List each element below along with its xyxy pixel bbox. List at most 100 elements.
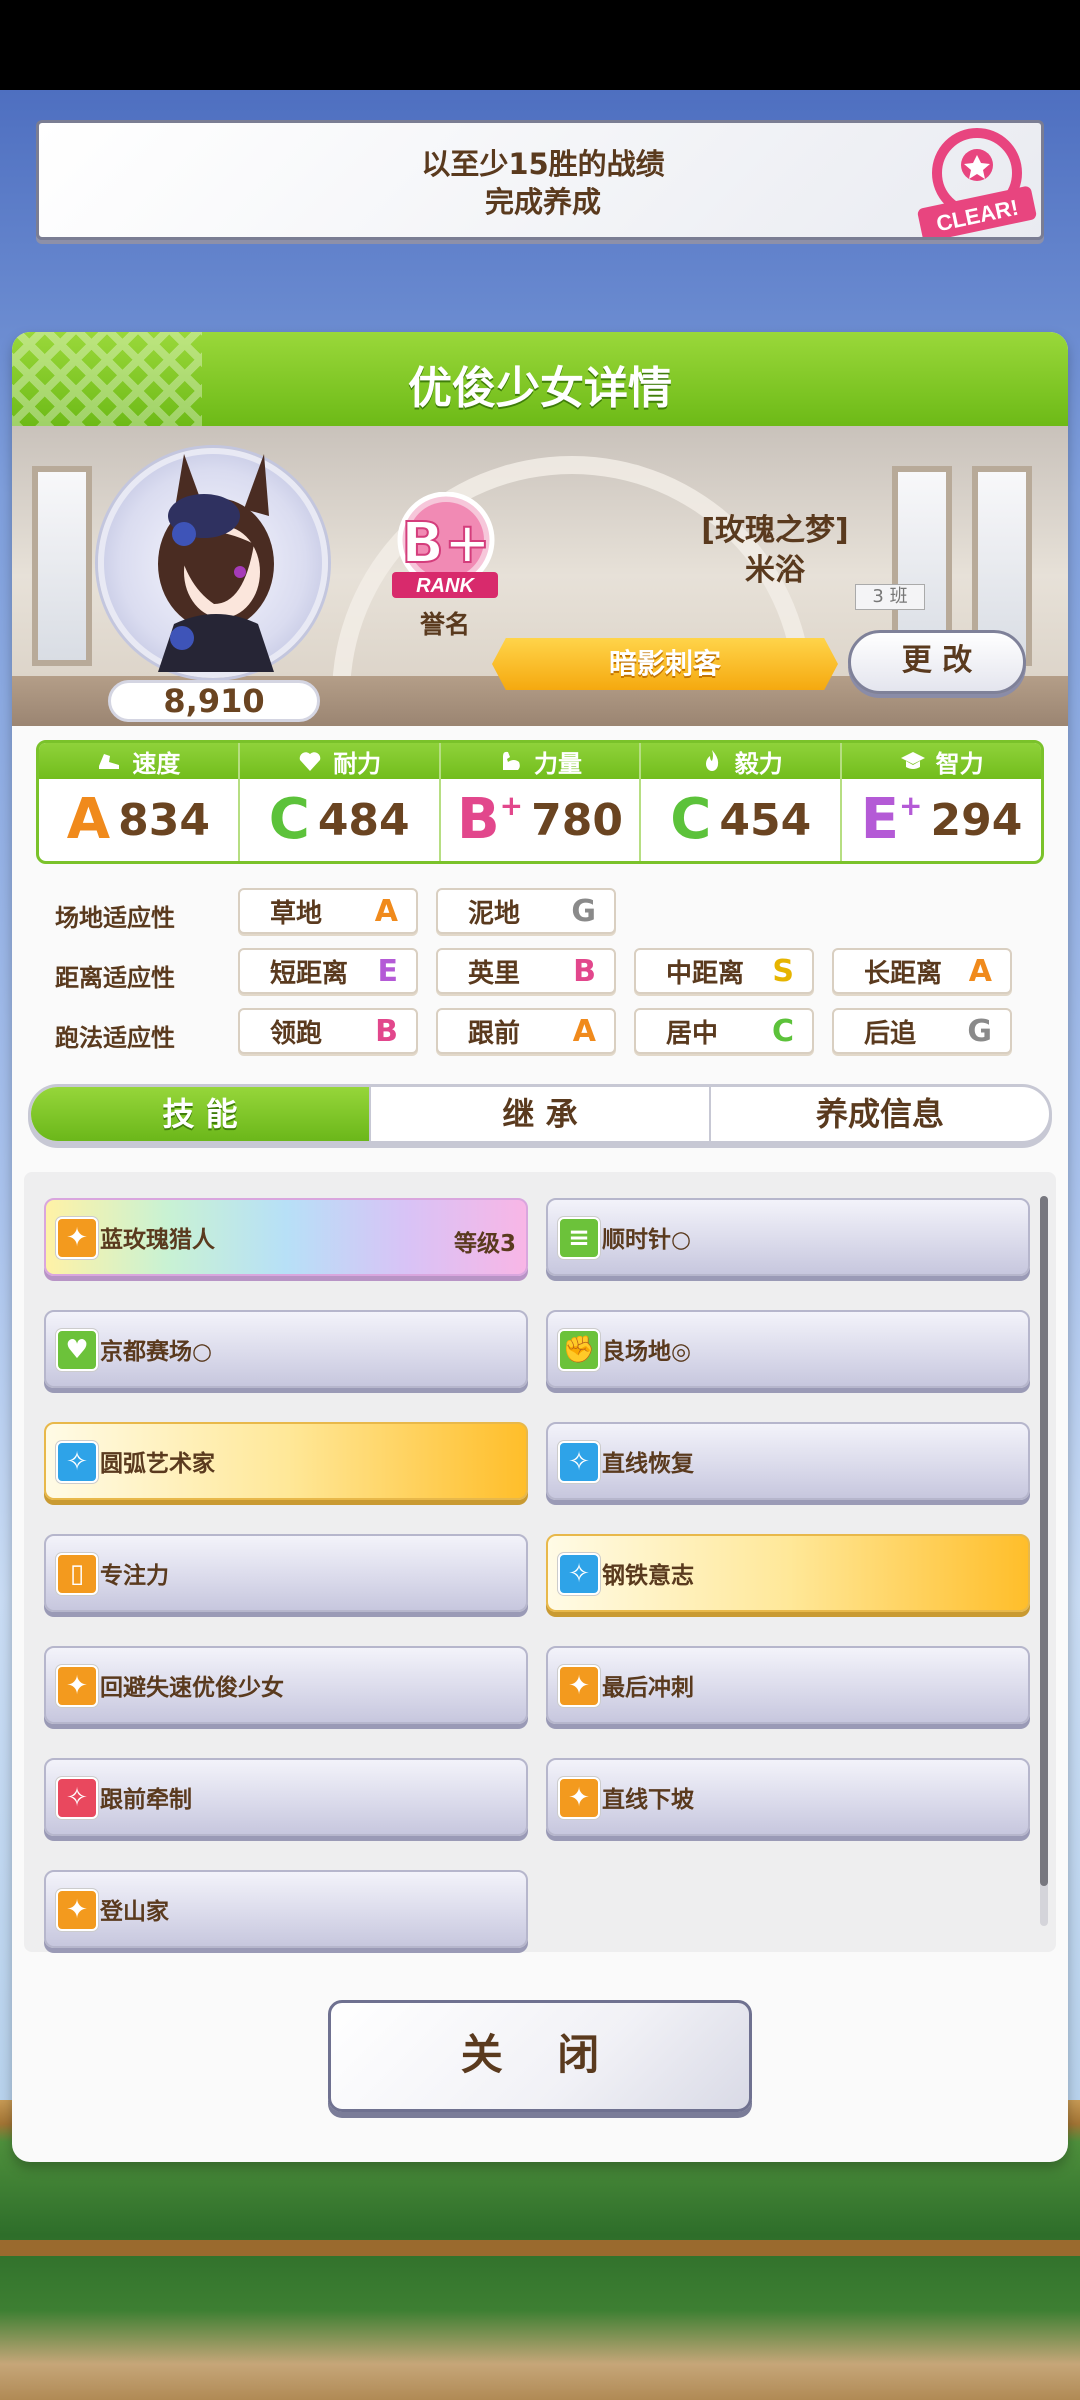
skill-name: 钢铁意志 <box>602 1563 694 1589</box>
clear-stamp-icon: CLEAR! <box>917 128 1037 237</box>
dash-icon: ✦ <box>56 1217 98 1259</box>
aptitude-turf: 草地 A <box>238 888 418 934</box>
stat-speed-grade: A <box>66 787 111 852</box>
skill-card[interactable]: ✦ 最后冲刺 <box>546 1646 1030 1724</box>
style-aptitude-label: 跑法适应性 <box>55 1024 175 1052</box>
heart-icon: ♥ <box>56 1329 98 1371</box>
stat-power-value: 780 <box>531 794 623 846</box>
class-tag: 3 班 <box>855 584 925 610</box>
panel-title: 优俊少女详情 <box>408 363 672 414</box>
evaluation-score: 8,910 <box>108 680 320 722</box>
aptitude-medium-grade: S <box>772 953 794 989</box>
skill-card[interactable]: ✧ 钢铁意志 <box>546 1534 1030 1612</box>
stat-wisdom-label: 智力 <box>935 749 984 778</box>
skill-name: 专注力 <box>100 1563 169 1589</box>
aptitude-mile-grade: B <box>573 953 596 989</box>
skill-card[interactable]: ✦ 直线下坡 <box>546 1758 1030 1836</box>
stat-wisdom-grade-plus: + <box>899 789 923 822</box>
stat-speed-body: A 834 <box>39 779 238 861</box>
character-name: 米浴 <box>745 553 805 588</box>
tab-training-info[interactable]: 养成信息 <box>711 1087 1049 1141</box>
detail-tabs: 技 能 继 承 养成信息 <box>28 1084 1052 1144</box>
aptitude-dirt-name: 泥地 <box>468 898 521 929</box>
tab-skills[interactable]: 技 能 <box>31 1087 371 1141</box>
stat-power-grade-plus: + <box>499 789 524 822</box>
aptitude-turf-name: 草地 <box>270 898 323 929</box>
aptitude-end: 后追 G <box>832 1008 1012 1054</box>
aptitude-late-grade: C <box>771 1013 794 1049</box>
close-button[interactable]: 关 闭 <box>328 2000 752 2112</box>
rank-word: RANK <box>416 575 475 597</box>
aptitude-long: 长距离 A <box>832 948 1012 994</box>
distance-aptitude-label: 距离适应性 <box>55 964 175 992</box>
aptitude-mile: 英里 B <box>436 948 616 994</box>
stat-guts-label: 毅力 <box>734 749 783 778</box>
sparkle-icon: ✧ <box>558 1553 600 1595</box>
aptitude-dirt-grade: G <box>571 893 596 929</box>
aptitude-sprint-grade: E <box>377 953 399 989</box>
stat-guts-grade: C <box>670 787 712 852</box>
aptitude-long-name: 长距离 <box>864 958 943 989</box>
aptitude-pace: 跟前 A <box>436 1008 616 1054</box>
mission-line-1: 以至少15胜的战绩 <box>421 147 665 181</box>
panel-header: 优俊少女详情 <box>12 332 1068 426</box>
stat-power-body: B+ 780 <box>441 779 640 861</box>
fence-rail <box>0 2240 1080 2256</box>
stats-bar: 速度 A 834 耐力 C 484 力量 B+ 780 毅力 C 454 智力 … <box>36 740 1044 864</box>
aptitude-end-name: 后追 <box>864 1018 917 1049</box>
skill-card[interactable]: ✧ 直线恢复 <box>546 1422 1030 1500</box>
stat-wisdom-grade-letter: E <box>860 787 900 852</box>
skill-name: 回避失速优俊少女 <box>100 1675 284 1701</box>
stat-speed-label: 速度 <box>132 749 181 778</box>
rank-grade: B+ <box>401 511 491 576</box>
character-portrait[interactable] <box>98 448 328 678</box>
dash-icon: ✦ <box>558 1665 600 1707</box>
skill-card[interactable]: ▯ 专注力 <box>44 1534 528 1612</box>
flame-icon <box>705 750 718 771</box>
status-bar <box>0 0 1080 90</box>
aptitude-end-grade: G <box>967 1013 992 1049</box>
stat-power-label: 力量 <box>533 749 582 778</box>
skill-name: 跟前牵制 <box>100 1787 192 1813</box>
skill-level: 等级3 <box>453 1231 516 1257</box>
sparkle-icon: ✧ <box>56 1777 98 1819</box>
skill-card[interactable]: ✦ 蓝玫瑰猎人 等级3 <box>44 1198 528 1276</box>
dash-icon: ✦ <box>558 1777 600 1819</box>
stat-guts-body: C 454 <box>641 779 840 861</box>
skill-card[interactable]: ✧ 圆弧艺术家 <box>44 1422 528 1500</box>
mission-line-2: 完成养成 <box>484 185 601 219</box>
skill-card[interactable]: ✦ 登山家 <box>44 1870 528 1948</box>
skill-card[interactable]: ✧ 跟前牵制 <box>44 1758 528 1836</box>
tab-inheritance[interactable]: 继 承 <box>371 1087 711 1141</box>
aptitude-pace-grade: A <box>572 1013 596 1049</box>
skill-card[interactable]: ✦ 回避失速优俊少女 <box>44 1646 528 1724</box>
skill-name: 最后冲刺 <box>602 1675 694 1701</box>
aptitude-mile-name: 英里 <box>468 958 521 989</box>
skill-card[interactable]: ♥ 京都赛场○ <box>44 1310 528 1388</box>
stat-speed: 速度 A 834 <box>39 743 240 861</box>
change-epithet-button[interactable]: 更 改 <box>848 630 1026 694</box>
heart-icon <box>299 752 321 771</box>
stat-stamina-head: 耐力 <box>239 743 439 779</box>
window-left <box>32 466 92 666</box>
stat-wisdom: 智力 E+ 294 <box>842 743 1041 861</box>
aptitude-front-name: 领跑 <box>270 1018 323 1049</box>
mission-text: 以至少15胜的战绩 完成养成 <box>39 145 1047 221</box>
skills-scrollbar-thumb[interactable] <box>1040 1196 1048 1886</box>
stat-wisdom-body: E+ 294 <box>842 779 1041 861</box>
shoe-icon <box>99 754 120 769</box>
skill-card[interactable]: ≡ 顺时针○ <box>546 1198 1030 1276</box>
muscle-icon <box>502 751 520 770</box>
stat-stamina-body: C 484 <box>240 779 439 861</box>
aptitude-sprint-name: 短距离 <box>270 958 349 989</box>
stat-guts-value: 454 <box>719 794 812 846</box>
aptitude-turf-grade: A <box>374 893 398 929</box>
dash-icon: ✦ <box>56 1665 98 1707</box>
rank-badge-icon: B+ RANK <box>392 492 498 598</box>
skill-card[interactable]: ✊ 良场地◎ <box>546 1310 1030 1388</box>
skill-name: 京都赛场○ <box>100 1339 213 1365</box>
stat-stamina: 耐力 C 484 <box>239 743 441 861</box>
stat-speed-value: 834 <box>118 794 210 846</box>
skill-name: 顺时针○ <box>602 1227 692 1253</box>
stat-power-head: 力量 <box>440 743 640 779</box>
